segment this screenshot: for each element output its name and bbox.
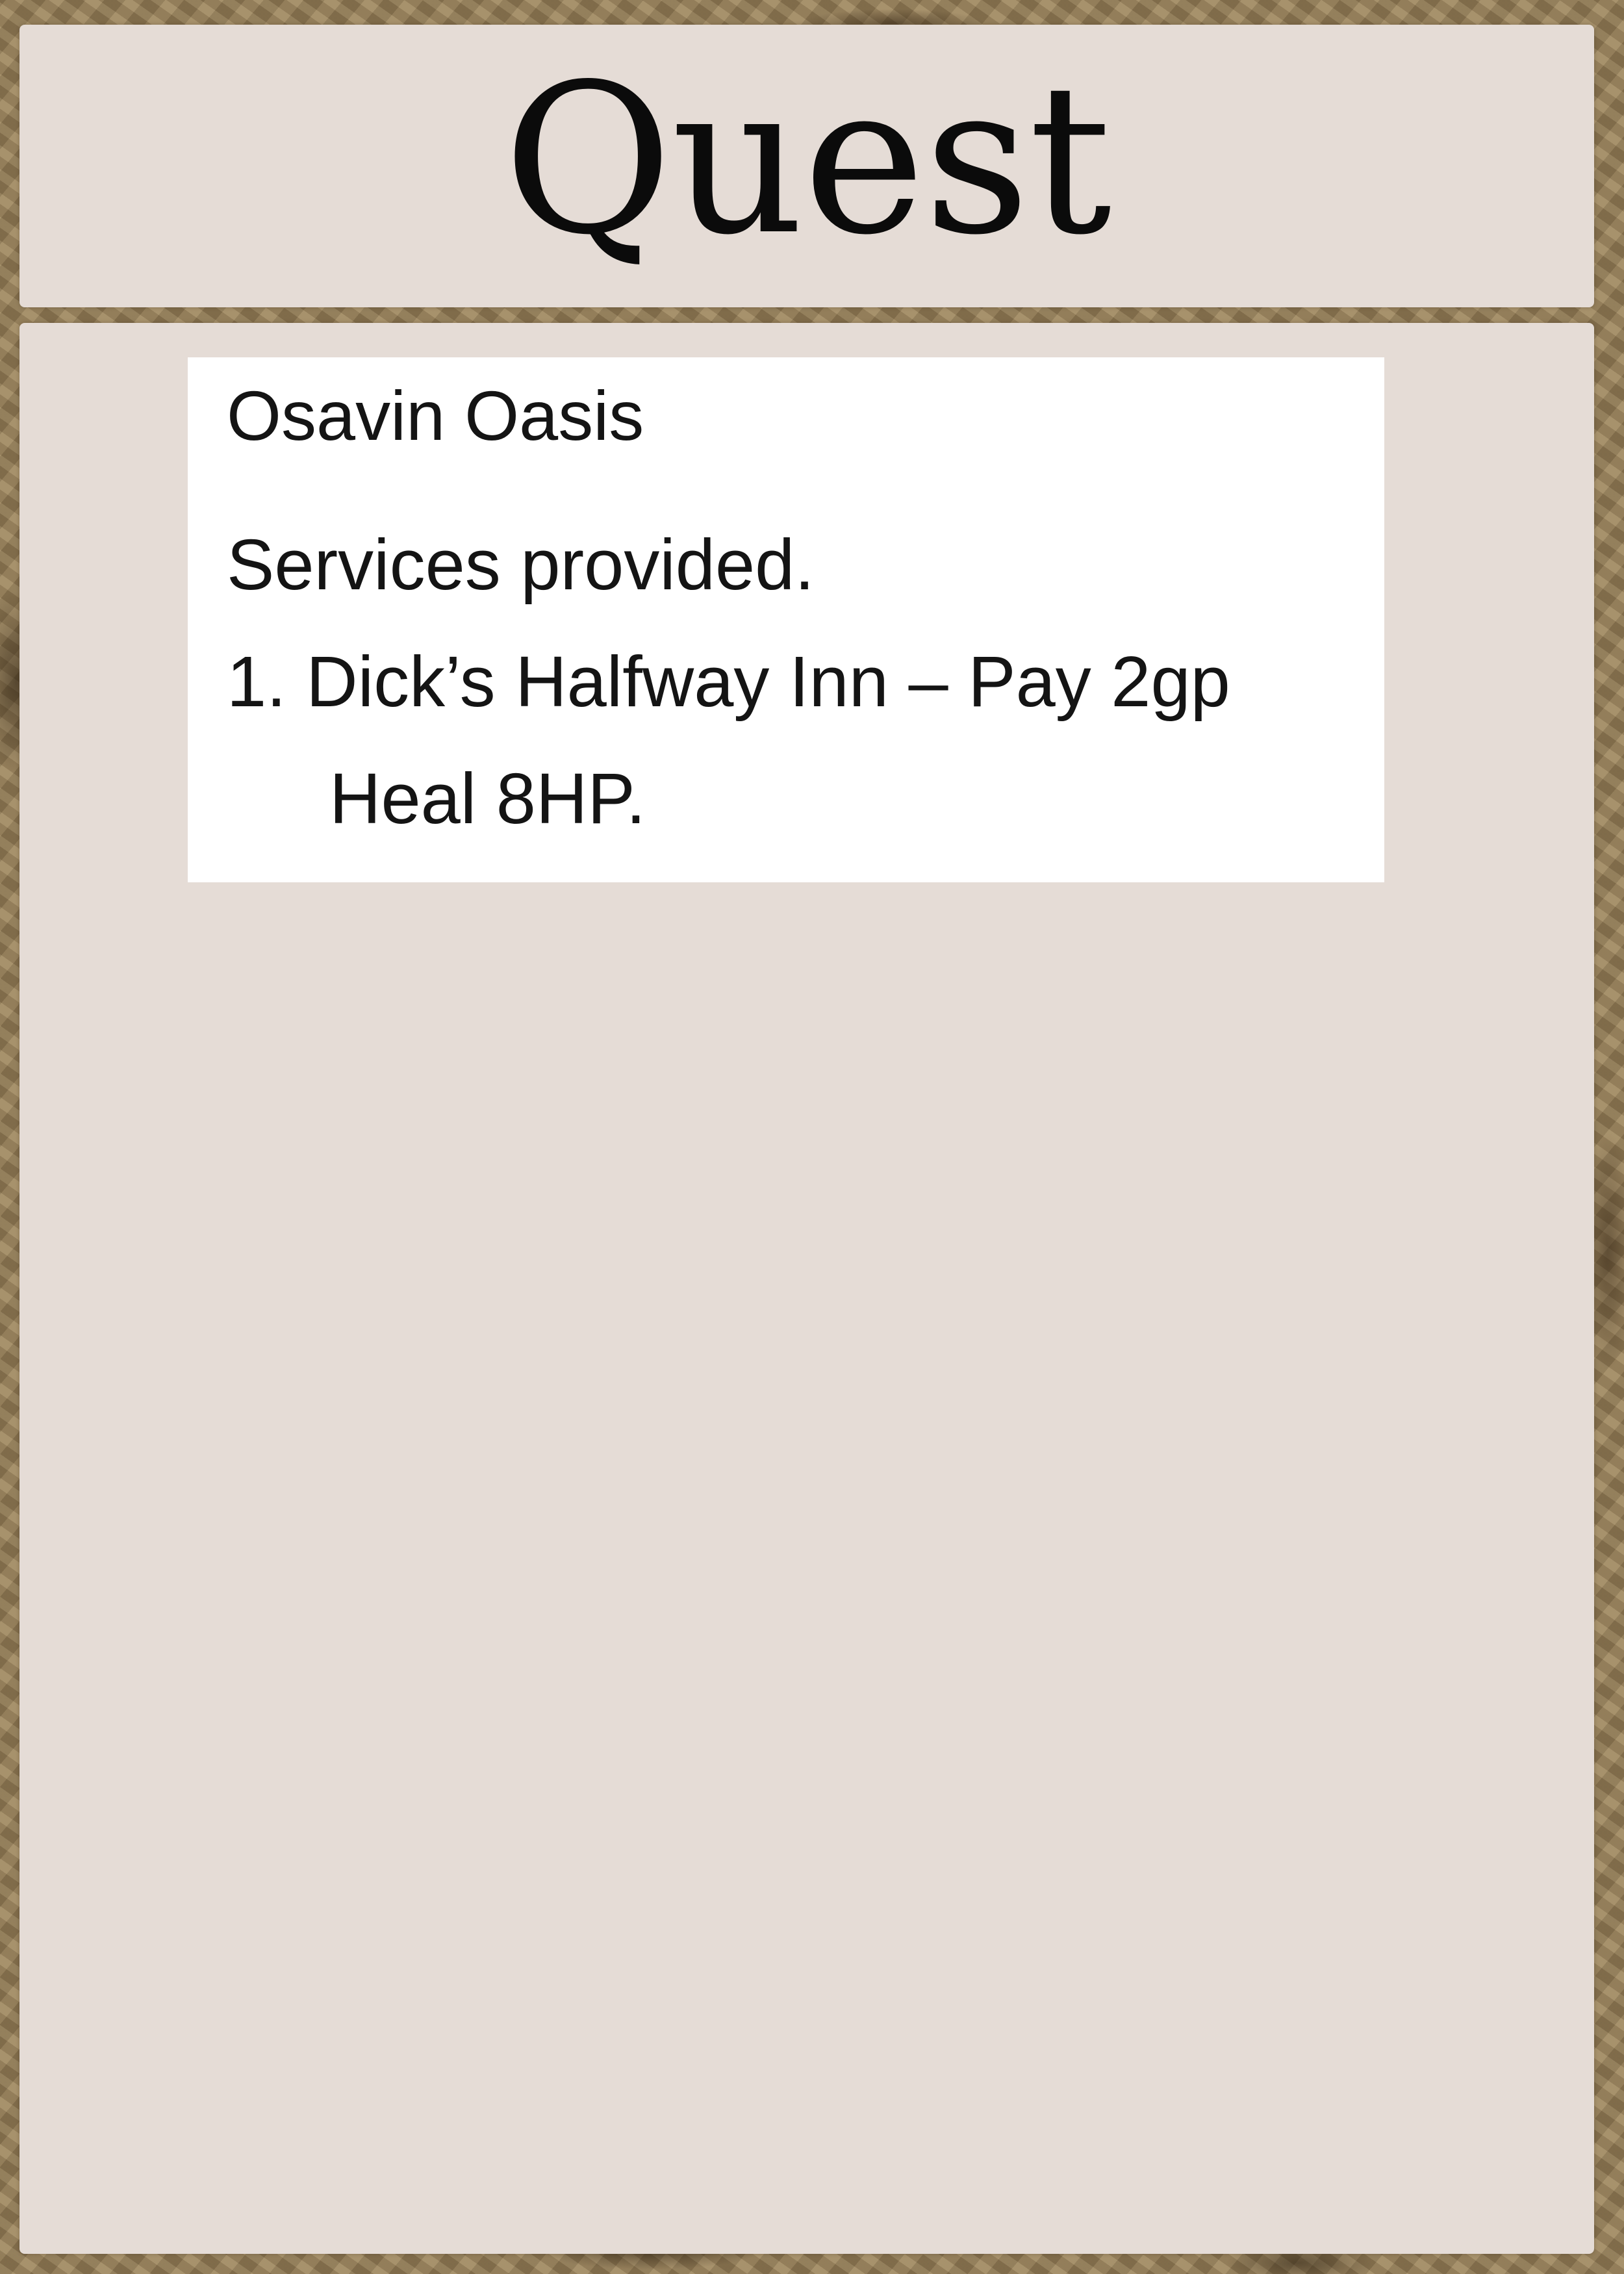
service-item-name: 1. Dick’s Halfway Inn – Pay 2gp	[227, 642, 1230, 722]
location-name: Osavin Oasis	[227, 376, 644, 455]
card-title-panel: Quest	[19, 25, 1594, 307]
card-title: Quest	[503, 40, 1112, 280]
services-heading: Services provided.	[227, 525, 815, 605]
service-item-effect: Heal 8HP.	[329, 759, 646, 839]
quest-note: Osavin Oasis Services provided. 1. Dick’…	[188, 357, 1384, 882]
